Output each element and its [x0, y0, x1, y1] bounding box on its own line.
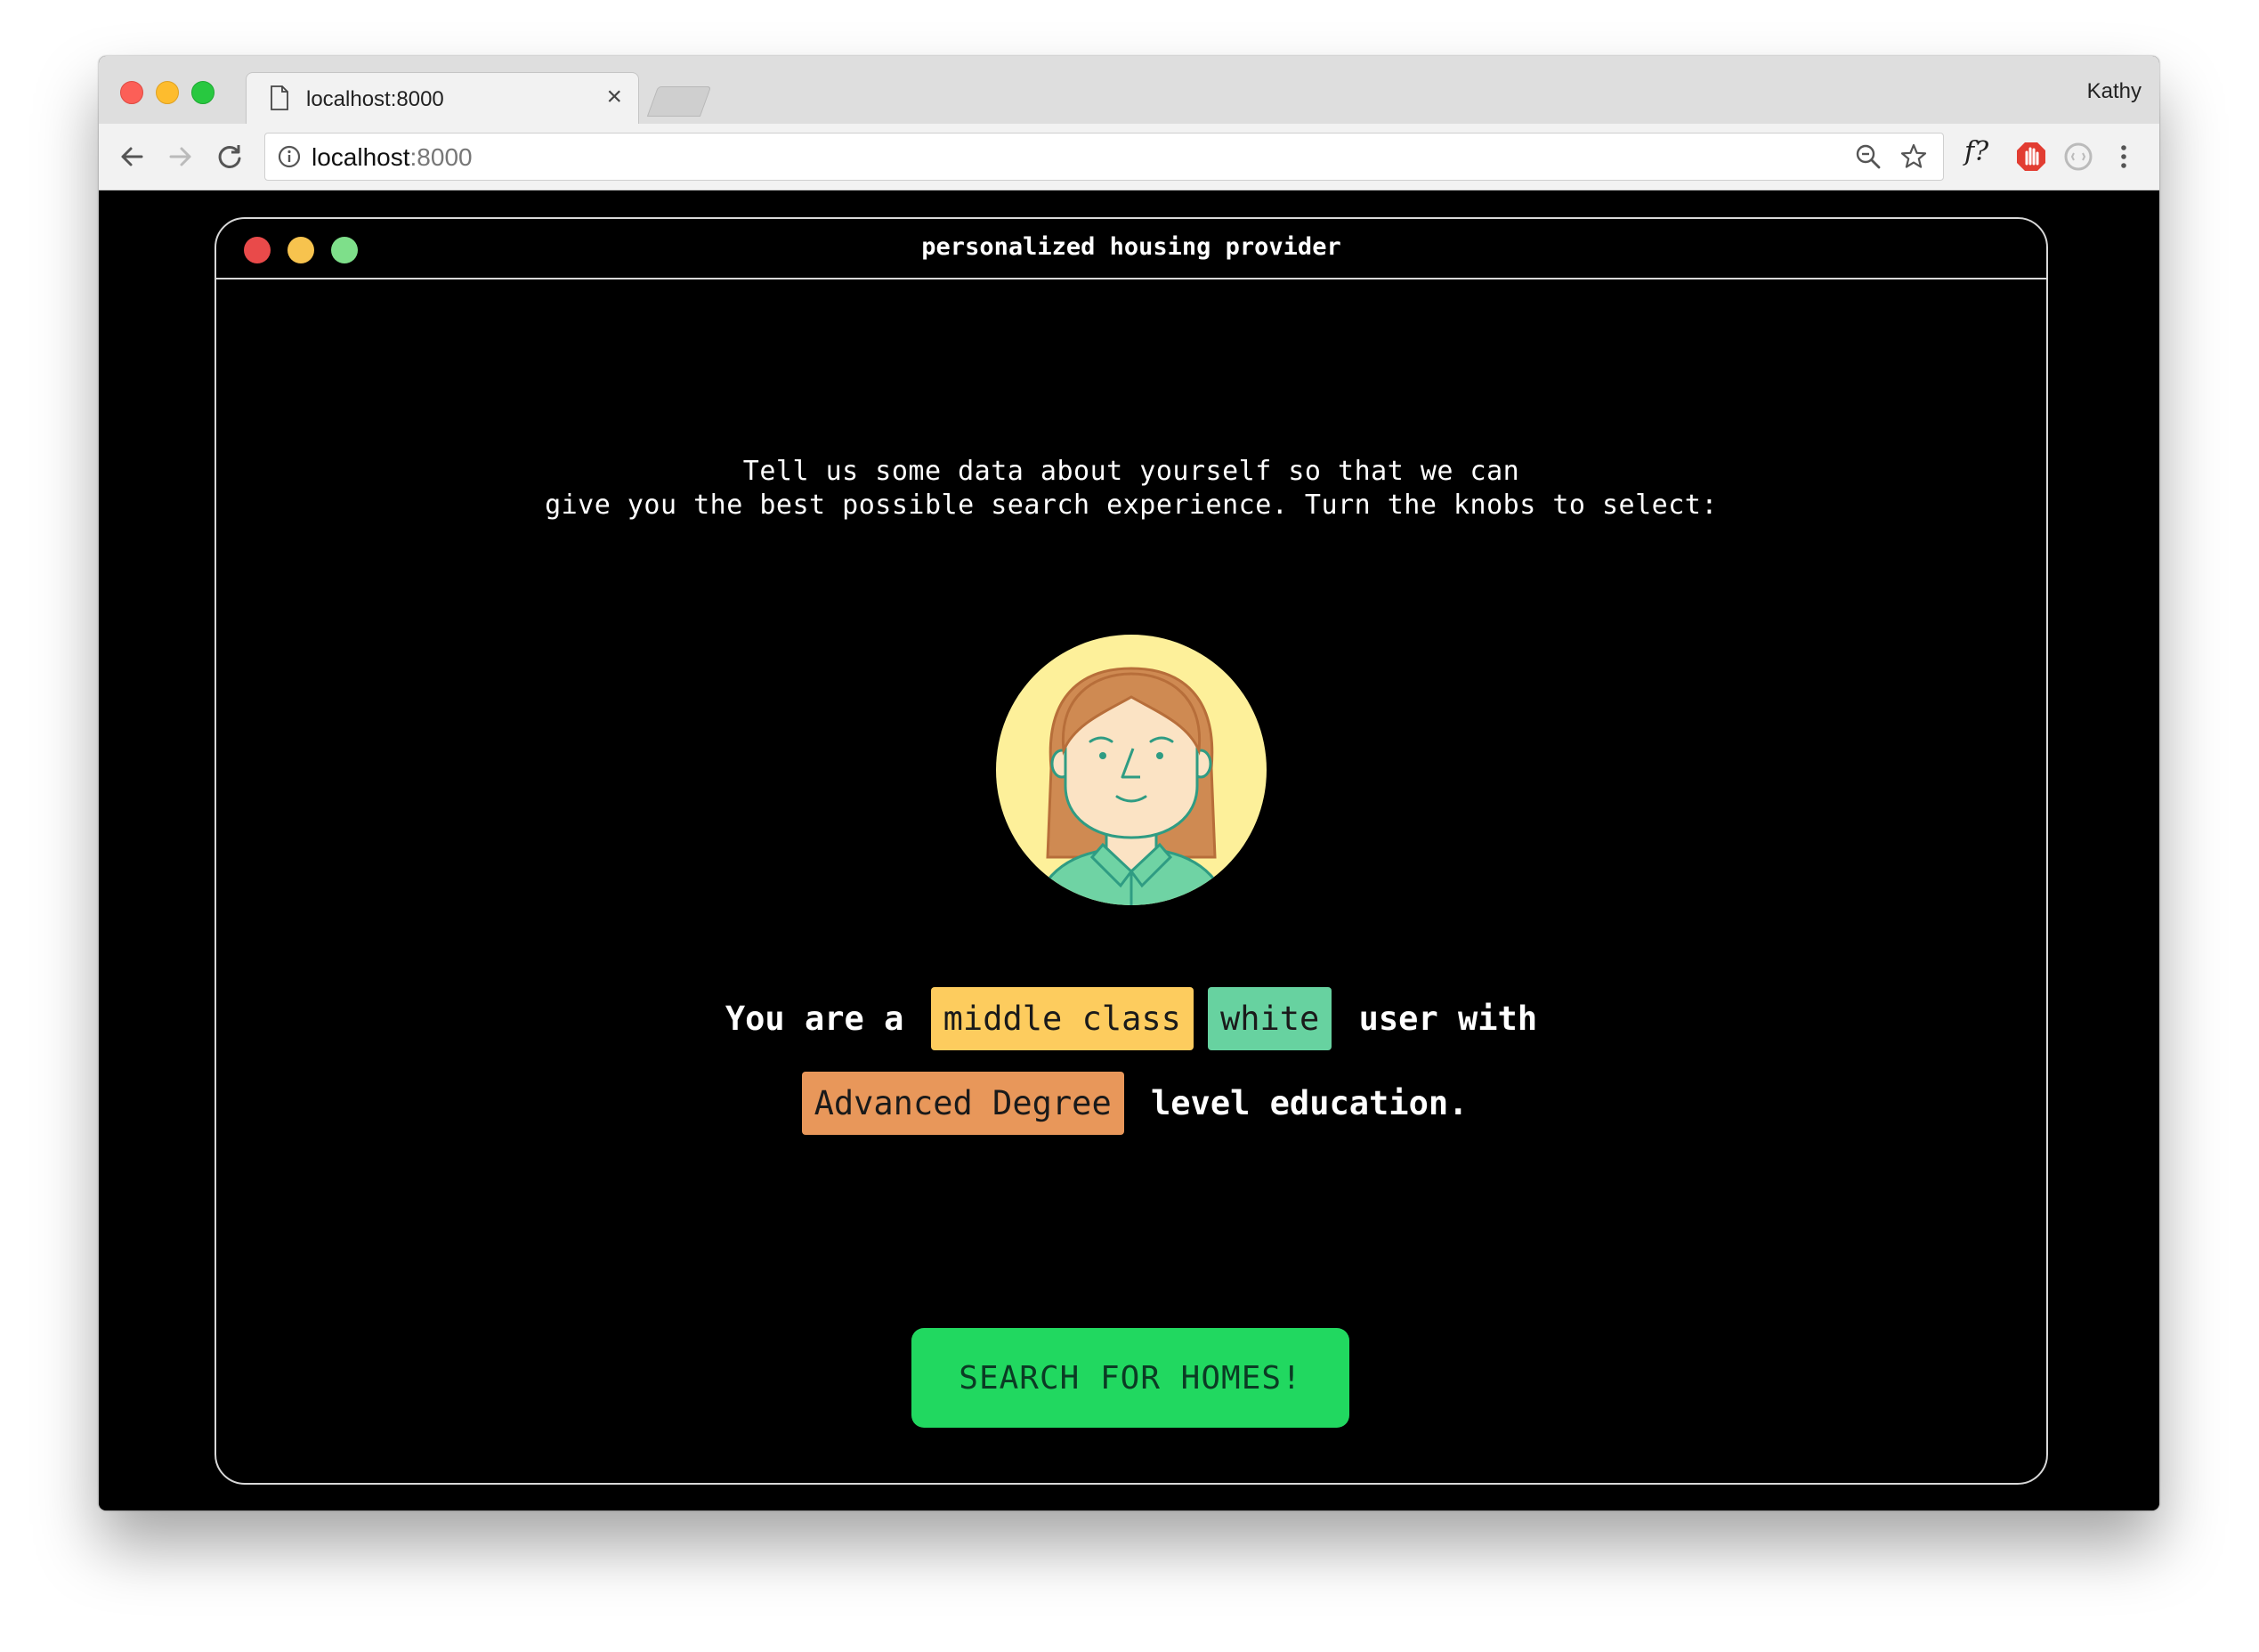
sentence-middle: user with: [1358, 1000, 1538, 1038]
app-window: personalized housing provider Tell us so…: [215, 217, 2048, 1485]
address-bar[interactable]: localhost:8000: [264, 133, 1944, 181]
minimize-window-button[interactable]: [156, 81, 179, 104]
new-tab-button[interactable]: [646, 86, 712, 117]
url-text: localhost:8000: [312, 143, 473, 172]
close-window-button[interactable]: [120, 81, 143, 104]
browser-tab[interactable]: localhost:8000 ×: [246, 72, 639, 125]
stop-hand-icon[interactable]: [2014, 140, 2048, 174]
tab-close-icon[interactable]: ×: [606, 84, 622, 110]
intro-text: Tell us some data about yourself so that…: [216, 455, 2046, 522]
maximize-window-button[interactable]: [191, 81, 215, 104]
browser-toolbar: localhost:8000 f?: [99, 124, 2159, 190]
more-vert-icon[interactable]: [2107, 140, 2141, 174]
profile-sentence-line-2: Advanced Degree level education.: [216, 1072, 2046, 1135]
browser-titlebar: localhost:8000 × Kathy: [99, 56, 2159, 125]
race-selector-pill[interactable]: white: [1207, 987, 1332, 1050]
profile-name[interactable]: Kathy: [2087, 79, 2142, 104]
url-port: :8000: [409, 143, 473, 171]
education-selector-pill[interactable]: Advanced Degree: [801, 1072, 1124, 1135]
star-icon[interactable]: [1899, 142, 1929, 172]
search-homes-button[interactable]: SEARCH FOR HOMES!: [911, 1328, 1349, 1428]
browser-window: localhost:8000 × Kathy localhost:8000 f?…: [99, 56, 2159, 1510]
zoom-out-icon[interactable]: [1854, 142, 1882, 171]
avatar-illustration: [996, 635, 1267, 905]
intro-line-2: give you the best possible search experi…: [545, 490, 1718, 521]
circle-extension-icon[interactable]: [2061, 140, 2095, 174]
sentence-suffix: level education.: [1151, 1084, 1469, 1122]
forward-arrow-icon[interactable]: [164, 140, 198, 174]
class-selector-pill[interactable]: middle class: [930, 987, 1194, 1050]
back-arrow-icon[interactable]: [115, 140, 149, 174]
info-icon[interactable]: [278, 145, 301, 168]
intro-line-1: Tell us some data about yourself so that…: [742, 456, 1520, 487]
profile-sentence-line-1: You are a middle class white user with: [216, 987, 2046, 1050]
url-host: localhost: [312, 143, 410, 171]
tab-title: localhost:8000: [306, 87, 444, 111]
sentence-prefix: You are a: [725, 1000, 904, 1038]
formula-extension-icon[interactable]: f?: [1964, 136, 1988, 167]
page-icon: [271, 85, 288, 110]
app-title: personalized housing provider: [921, 233, 1341, 261]
reload-icon[interactable]: [213, 140, 247, 174]
app-header: personalized housing provider: [216, 219, 2046, 279]
